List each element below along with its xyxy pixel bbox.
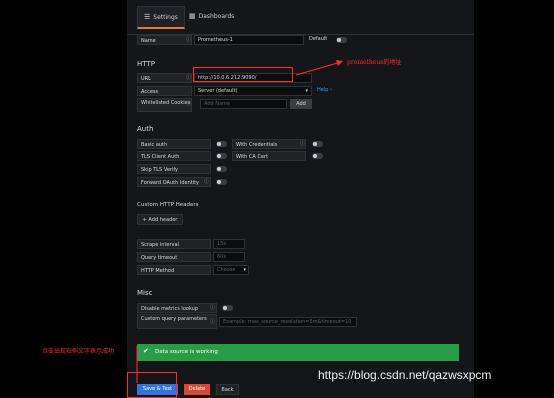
save-highlight-box (127, 372, 177, 398)
annotation-arrowhead-url (336, 60, 343, 66)
watermark: https://blog.csdn.net/qazwsxpcm (318, 368, 492, 382)
annotation-success-note: 点击出现右侧文字表示成功 (42, 348, 115, 355)
annotation-arrow-url (295, 61, 342, 76)
annotation-prometheus-address: prometheus的地址 (347, 59, 402, 66)
annotation-arrows (136, 60, 343, 383)
